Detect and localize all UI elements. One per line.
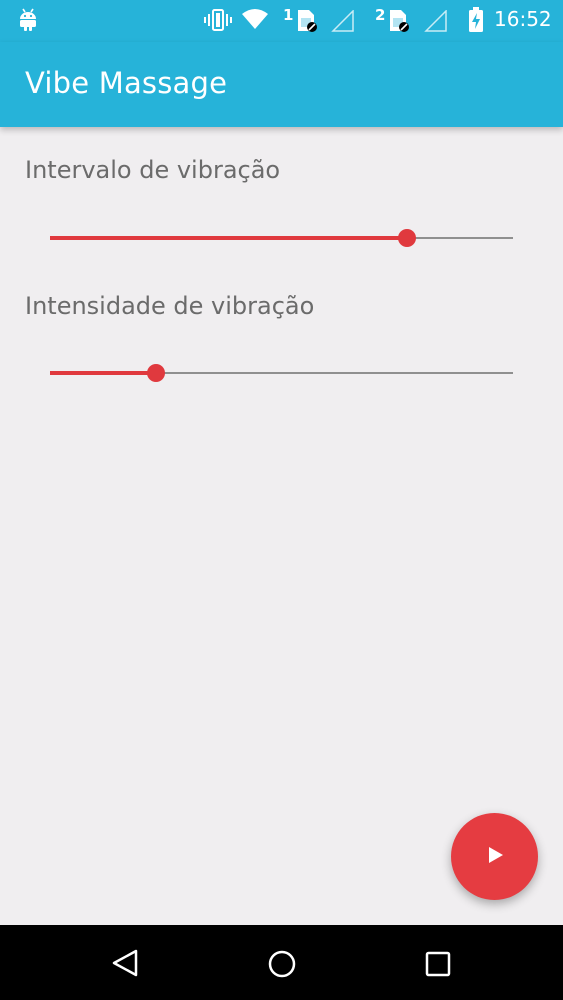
- back-icon[interactable]: [111, 948, 139, 982]
- app-bar: Vibe Massage: [0, 42, 563, 127]
- android-icon: [18, 8, 38, 36]
- sim2-label: 2: [375, 6, 386, 24]
- slider-thumb[interactable]: [147, 364, 166, 382]
- slider-thumb[interactable]: [397, 229, 416, 247]
- sim-icon: [296, 9, 318, 37]
- interval-slider[interactable]: [50, 223, 513, 253]
- status-bar: 1 2 16:52: [0, 0, 563, 42]
- vibrate-icon: [204, 9, 232, 35]
- status-clock: 16:52: [494, 7, 552, 31]
- play-icon: [485, 845, 505, 869]
- intensity-slider[interactable]: [50, 358, 513, 388]
- recents-icon[interactable]: [425, 951, 451, 981]
- signal-icon: [424, 9, 448, 36]
- app-title: Vibe Massage: [25, 66, 228, 100]
- sim-icon: [388, 9, 410, 37]
- battery-charging-icon: [468, 7, 484, 37]
- sim1-label: 1: [283, 6, 294, 24]
- interval-label: Intervalo de vibração: [25, 156, 281, 184]
- slider-fill: [50, 236, 407, 240]
- home-icon[interactable]: [267, 949, 297, 983]
- navigation-bar: [0, 925, 563, 1000]
- play-button[interactable]: [451, 813, 538, 900]
- wifi-icon: [241, 8, 269, 34]
- intensity-label: Intensidade de vibração: [25, 292, 315, 320]
- signal-icon: [331, 9, 355, 36]
- slider-fill: [50, 371, 157, 375]
